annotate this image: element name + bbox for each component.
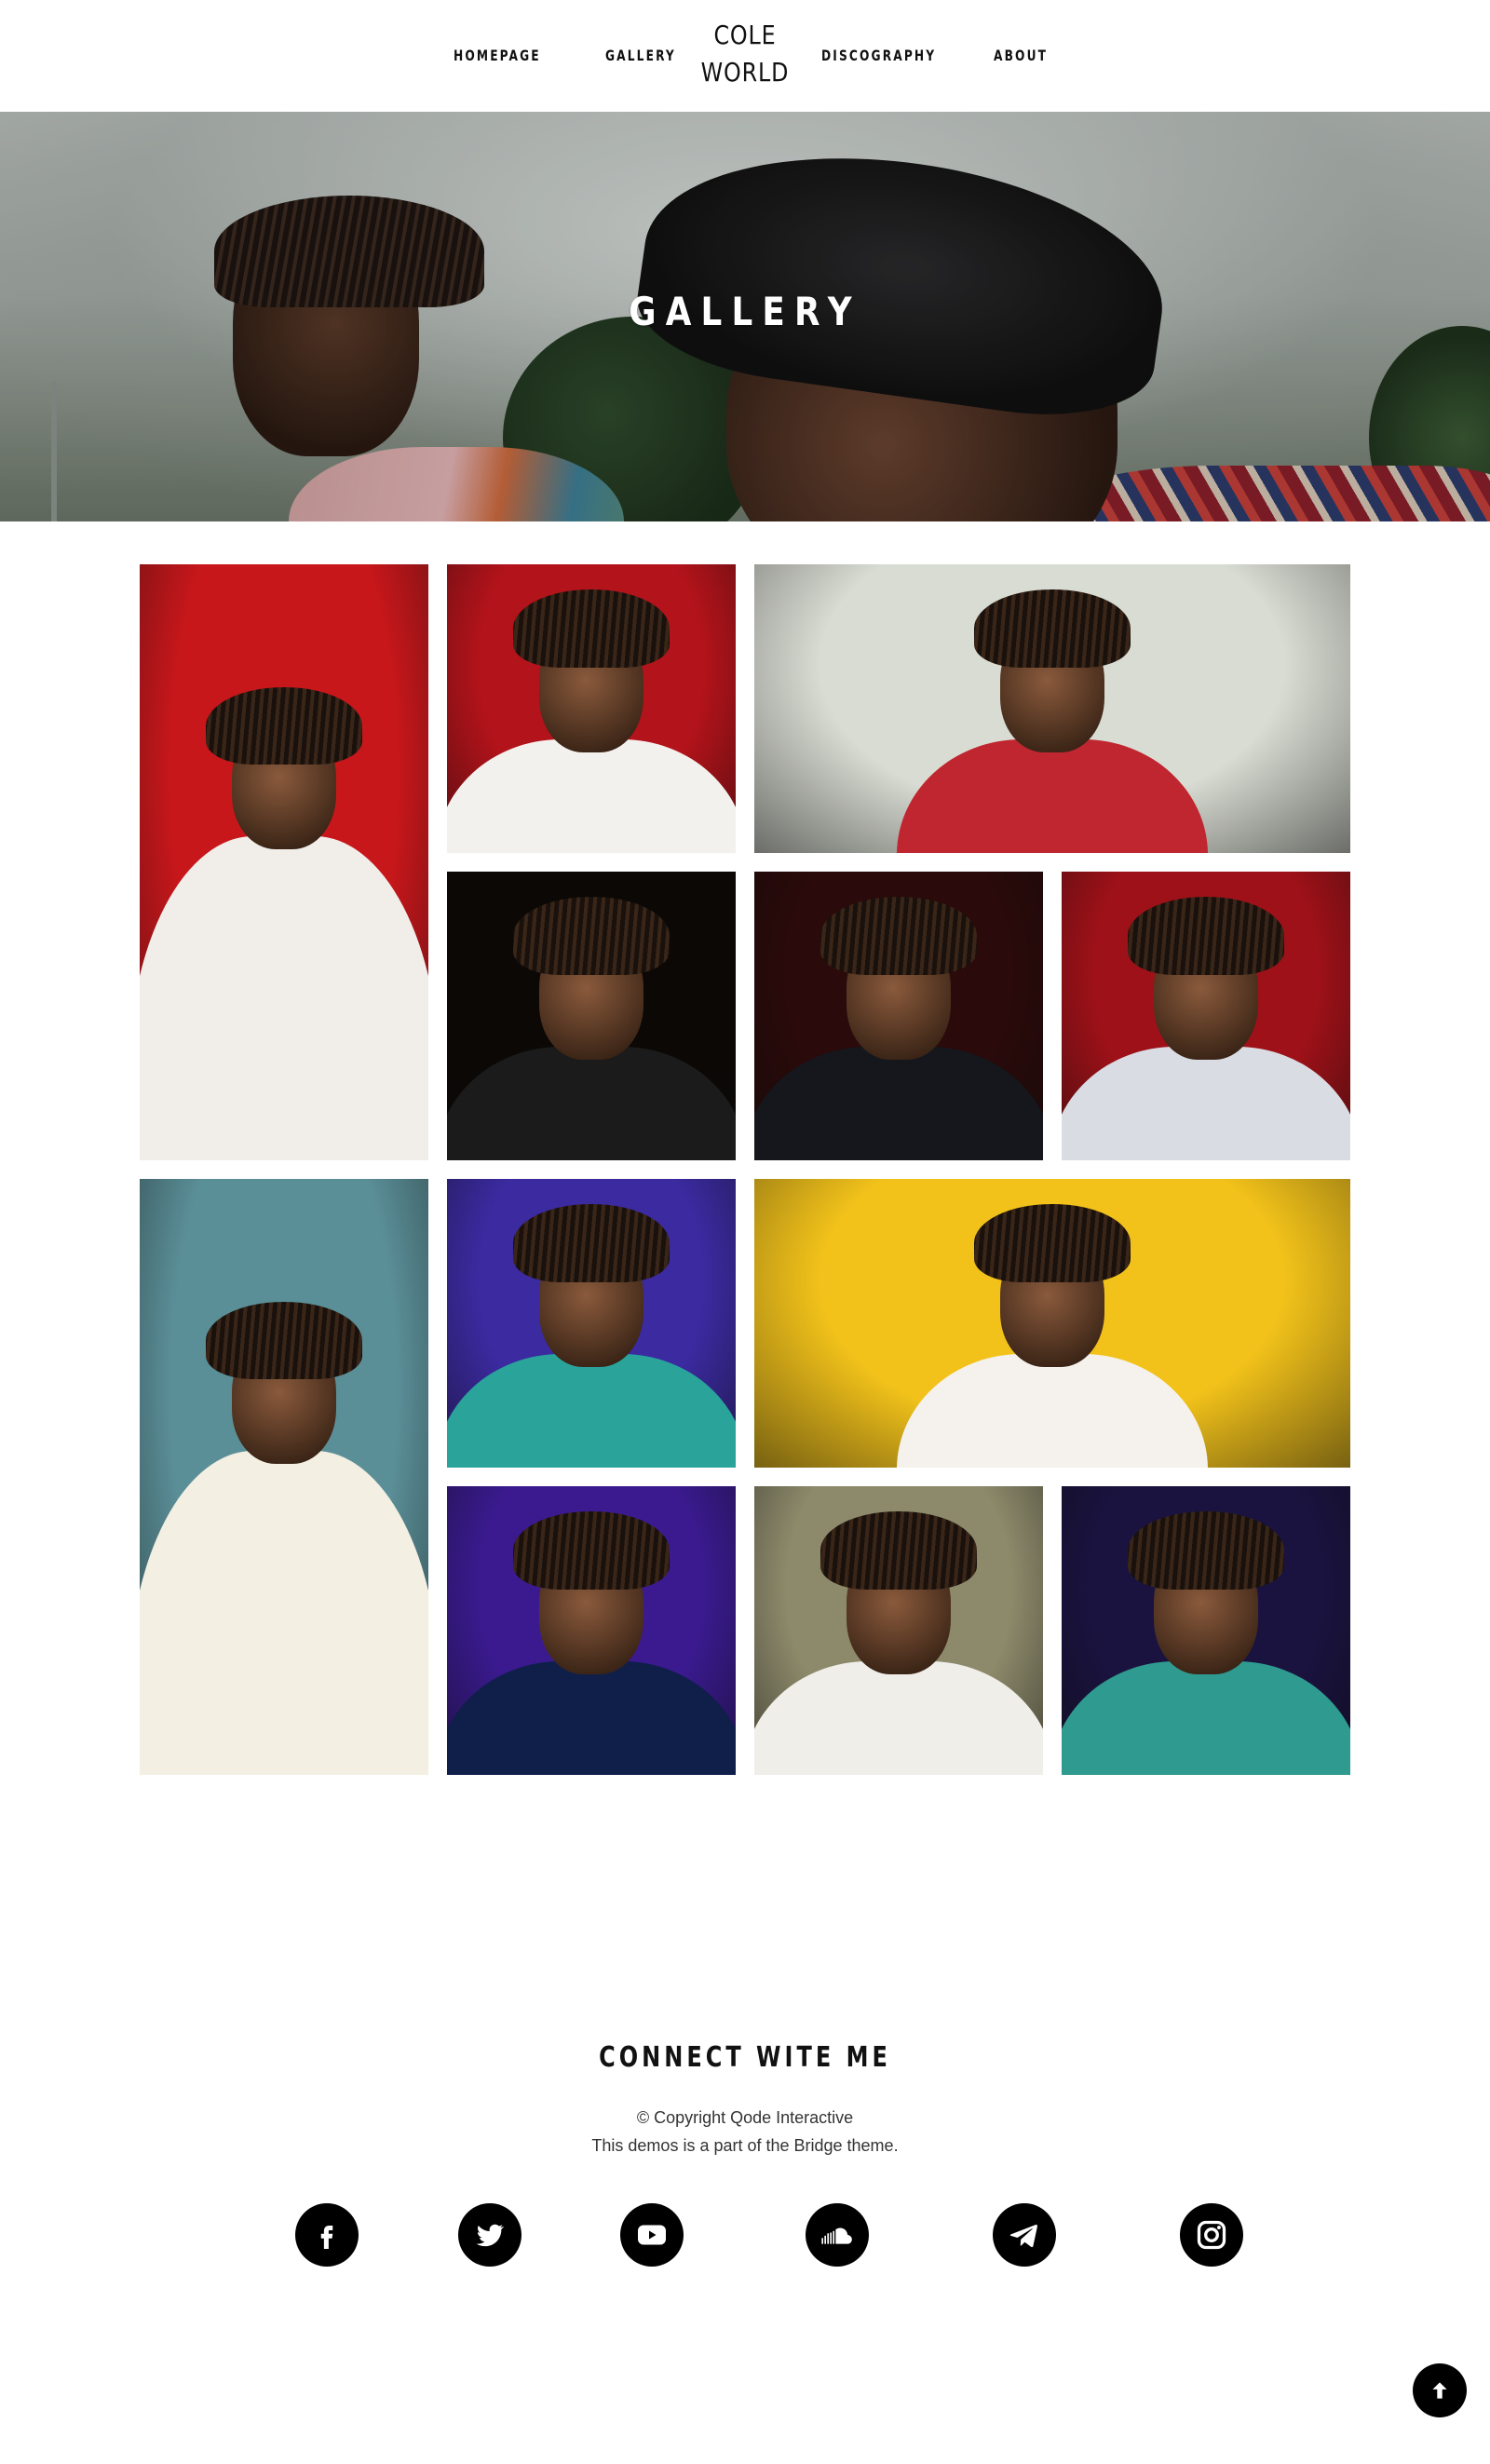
nav-gallery[interactable]: GALLERY <box>605 47 676 64</box>
nav-about[interactable]: ABOUT <box>994 47 1048 64</box>
photo-sitting-dark-stage[interactable] <box>447 872 736 1160</box>
photo-figure-hair <box>820 897 977 975</box>
facebook-icon <box>320 2226 333 2249</box>
twitter-link[interactable] <box>458 2203 522 2267</box>
telegram-link[interactable] <box>993 2203 1056 2267</box>
site-logo[interactable]: COLE WORLD <box>698 17 792 91</box>
photo-yellow-bulls-jersey[interactable] <box>754 1179 1350 1468</box>
site-header: HOMEPAGE GALLERY COLE WORLD DISCOGRAPHY … <box>0 0 1490 112</box>
nav-discography[interactable]: DISCOGRAPHY <box>821 47 936 64</box>
photo-dreamville-hoodie[interactable] <box>754 872 1043 1160</box>
photo-figure-hair <box>820 1511 977 1590</box>
photo-garden-path[interactable] <box>754 1486 1043 1775</box>
logo-line-2: WORLD <box>700 57 790 88</box>
connect-heading: CONNECT WITE ME <box>599 2041 891 2074</box>
photo-figure-hair <box>1128 897 1284 975</box>
photo-figure-body <box>447 738 736 853</box>
photo-figure-body <box>754 1660 1043 1775</box>
soundcloud-link[interactable] <box>806 2203 869 2267</box>
back-to-top-button[interactable] <box>1413 2363 1467 2417</box>
photo-figure-hair <box>974 1204 1131 1282</box>
arrow-up-icon <box>1432 2382 1447 2399</box>
soundcloud-icon <box>821 2227 852 2244</box>
photo-figure-body <box>754 1046 1043 1160</box>
youtube-icon <box>638 2225 666 2245</box>
photo-figure-body <box>140 835 428 1160</box>
logo-line-1: COLE <box>713 20 777 50</box>
photo-figure-hair <box>974 589 1131 668</box>
photo-figure-body <box>447 1353 736 1468</box>
youtube-link[interactable] <box>620 2203 684 2267</box>
photo-figure-body <box>896 1353 1209 1468</box>
photo-supermarket-aisle[interactable] <box>754 564 1350 853</box>
photo-figure-hair <box>513 589 670 668</box>
photo-figure-hair <box>513 1511 670 1590</box>
twitter-icon <box>476 2224 505 2247</box>
photo-figure-body <box>1062 1660 1350 1775</box>
nav-homepage[interactable]: HOMEPAGE <box>454 47 541 64</box>
instagram-icon <box>1197 2220 1226 2250</box>
photo-figure-hair <box>206 1301 362 1380</box>
page-title: GALLERY <box>629 289 861 334</box>
photo-red-eyes-closed[interactable] <box>447 564 736 853</box>
copyright-text: © Copyright Qode Interactive <box>636 2108 854 2127</box>
photo-festival-arm-raised[interactable] <box>140 1179 428 1775</box>
photo-red-smoke-stage[interactable] <box>1062 872 1350 1160</box>
photo-teal-tracksuit[interactable] <box>1062 1486 1350 1775</box>
photo-purple-hornets-jersey[interactable] <box>447 1179 736 1468</box>
photo-figure-hair <box>513 1204 670 1282</box>
instagram-link[interactable] <box>1180 2203 1243 2267</box>
telegram-icon <box>1009 2224 1037 2248</box>
hero-banner: GALLERY <box>0 112 1490 521</box>
photo-figure-body <box>140 1450 428 1775</box>
photo-figure-hair <box>513 897 670 975</box>
photo-figure-body <box>1062 1046 1350 1160</box>
photo-figure-body <box>447 1046 736 1160</box>
photo-figure-hair <box>206 686 362 765</box>
facebook-link[interactable] <box>295 2203 359 2267</box>
theme-note: This demos is a part of the Bridge theme… <box>591 2136 899 2155</box>
photo-figure-body <box>447 1660 736 1775</box>
photo-mic-closeup-purple[interactable] <box>447 1486 736 1775</box>
photo-red-stage-portrait[interactable] <box>140 564 428 1160</box>
photo-figure-hair <box>1128 1511 1284 1590</box>
photo-figure-body <box>896 738 1209 853</box>
